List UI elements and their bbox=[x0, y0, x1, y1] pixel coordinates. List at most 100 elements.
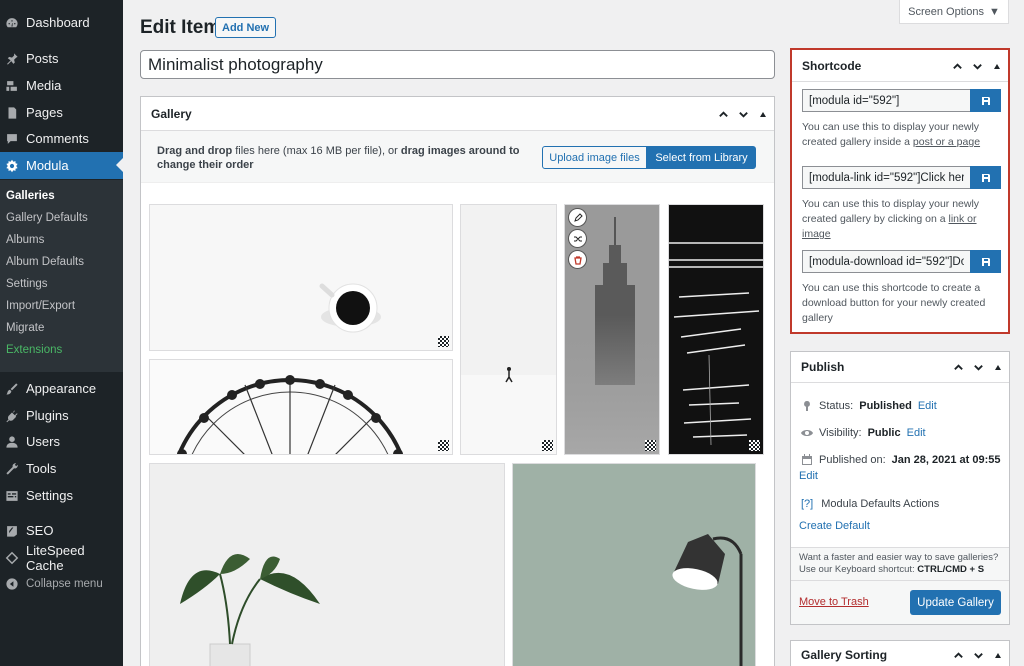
gallery-image-lamp[interactable] bbox=[512, 463, 756, 666]
create-default-link[interactable]: Create Default bbox=[799, 520, 870, 532]
add-new-button[interactable]: Add New bbox=[215, 17, 277, 38]
toggle-panel-icon[interactable] bbox=[991, 648, 1005, 662]
save-disk-icon bbox=[981, 257, 990, 266]
admin-sidebar: Dashboard Posts Media Pages Comments Mod… bbox=[0, 0, 123, 666]
sidebar-item-modula[interactable]: Modula bbox=[0, 152, 123, 179]
copy-shortcode-button[interactable] bbox=[970, 89, 1001, 112]
toggle-panel-icon[interactable] bbox=[991, 361, 1005, 375]
submenu-item-migrate[interactable]: Migrate bbox=[6, 322, 44, 334]
shortcode-download-input[interactable] bbox=[802, 250, 970, 273]
move-to-trash-link[interactable]: Move to Trash bbox=[799, 596, 869, 608]
gallery-image-ferris-wheel[interactable] bbox=[149, 359, 453, 455]
edit-date-link[interactable]: Edit bbox=[799, 470, 818, 482]
shortcode-input[interactable] bbox=[802, 89, 970, 112]
post-title-input[interactable] bbox=[140, 50, 775, 79]
sidebar-item-appearance[interactable]: Appearance bbox=[0, 375, 123, 402]
sidebar-item-label: Tools bbox=[26, 461, 57, 476]
sidebar-item-label: Users bbox=[26, 434, 60, 449]
gallery-image-light-streaks[interactable] bbox=[668, 204, 764, 455]
select-from-library-button[interactable]: Select from Library bbox=[647, 146, 756, 169]
sidebar-item-plugins[interactable]: Plugins bbox=[0, 402, 123, 429]
move-down-icon[interactable] bbox=[736, 107, 750, 121]
sidebar-item-label: Modula bbox=[26, 158, 69, 173]
sidebar-item-label: Media bbox=[26, 78, 62, 93]
post-or-page-link[interactable]: post or a page bbox=[913, 136, 980, 148]
collapse-icon bbox=[5, 577, 19, 591]
keyboard-shortcut-hint: Want a faster and easier way to save gal… bbox=[791, 547, 1009, 580]
modula-submenu: Galleries Gallery Defaults Albums Album … bbox=[0, 180, 123, 372]
comments-icon bbox=[5, 132, 19, 146]
wrench-icon bbox=[5, 462, 19, 476]
gallery-image-walking-person[interactable] bbox=[460, 204, 557, 455]
sidebar-item-posts[interactable]: Posts bbox=[0, 45, 123, 72]
ferris-wheel-image bbox=[177, 375, 403, 454]
sidebar-item-seo[interactable]: SEO bbox=[0, 517, 123, 544]
gallery-image-skyscraper[interactable] bbox=[564, 204, 660, 455]
resize-handle[interactable] bbox=[749, 440, 760, 451]
submenu-item-settings[interactable]: Settings bbox=[6, 278, 48, 290]
toggle-panel-icon[interactable] bbox=[990, 59, 1004, 73]
sidebar-item-label: Dashboard bbox=[26, 15, 90, 30]
sidebar-item-litespeed-cache[interactable]: LiteSpeed Cache bbox=[0, 543, 123, 573]
gallery-image-coffee-cup[interactable] bbox=[149, 204, 453, 351]
move-up-icon[interactable] bbox=[950, 59, 964, 73]
shortcode-row bbox=[802, 89, 1002, 112]
sidebar-item-settings[interactable]: Settings bbox=[0, 482, 123, 509]
submenu-item-albums[interactable]: Albums bbox=[6, 234, 44, 246]
shortcode-link-input[interactable] bbox=[802, 166, 970, 189]
submenu-item-gallery-defaults[interactable]: Gallery Defaults bbox=[6, 212, 88, 224]
sidebar-item-label: Collapse menu bbox=[26, 577, 103, 590]
screen-options-button[interactable]: Screen Options ▼ bbox=[899, 0, 1009, 24]
dropzone-instructions: Drag and drop files here (max 16 MB per … bbox=[157, 145, 520, 171]
media-icon bbox=[5, 79, 19, 93]
gallery-sorting-header: Gallery Sorting bbox=[791, 641, 1009, 666]
sidebar-item-label: Comments bbox=[26, 131, 89, 146]
move-down-icon[interactable] bbox=[971, 648, 985, 662]
move-up-icon[interactable] bbox=[951, 361, 965, 375]
publish-actions: Move to Trash Update Gallery bbox=[791, 580, 1009, 624]
sidebar-item-label: SEO bbox=[26, 523, 54, 538]
move-down-icon[interactable] bbox=[971, 361, 985, 375]
move-up-icon[interactable] bbox=[951, 648, 965, 662]
help-link[interactable]: [?] bbox=[801, 498, 813, 510]
copy-shortcode-button[interactable] bbox=[970, 250, 1001, 273]
copy-shortcode-button[interactable] bbox=[970, 166, 1001, 189]
delete-trash-icon[interactable] bbox=[569, 251, 586, 268]
sidebar-item-users[interactable]: Users bbox=[0, 428, 123, 455]
sidebar-item-tools[interactable]: Tools bbox=[0, 455, 123, 482]
move-up-icon[interactable] bbox=[716, 107, 730, 121]
edit-visibility-link[interactable]: Edit bbox=[907, 427, 926, 439]
gallery-image-plant[interactable] bbox=[149, 463, 505, 666]
edit-status-link[interactable]: Edit bbox=[918, 400, 937, 412]
shortcode-row bbox=[802, 250, 1002, 273]
submenu-item-extensions[interactable]: Extensions bbox=[6, 344, 62, 356]
gallery-metabox: Gallery Drag and drop files here (max 16… bbox=[140, 96, 775, 666]
modula-gear-icon bbox=[5, 159, 19, 173]
submenu-item-album-defaults[interactable]: Album Defaults bbox=[6, 256, 84, 268]
resize-handle[interactable] bbox=[542, 440, 553, 451]
submenu-item-galleries[interactable]: Galleries bbox=[6, 190, 55, 202]
settings-icon bbox=[5, 489, 19, 503]
toggle-panel-icon[interactable] bbox=[756, 107, 770, 121]
sidebar-item-dashboard[interactable]: Dashboard bbox=[0, 9, 123, 36]
resize-handle[interactable] bbox=[438, 336, 449, 347]
modula-defaults-actions: [?] Modula Defaults Actions bbox=[801, 498, 940, 510]
shortcode-metabox: Shortcode You can use this to display yo… bbox=[790, 48, 1010, 334]
sidebar-item-media[interactable]: Media bbox=[0, 72, 123, 99]
shortcode-description: You can use this to display your newly c… bbox=[802, 121, 981, 148]
publish-metabox: Publish Status: Published Edit Visibilit… bbox=[790, 351, 1010, 625]
upload-dropzone[interactable]: Drag and drop files here (max 16 MB per … bbox=[141, 131, 774, 183]
edit-pencil-icon[interactable] bbox=[569, 209, 586, 226]
shuffle-icon[interactable] bbox=[569, 230, 586, 247]
upload-image-files-button[interactable]: Upload image files bbox=[542, 146, 647, 169]
sidebar-item-comments[interactable]: Comments bbox=[0, 125, 123, 152]
light-streaks-image bbox=[669, 242, 763, 446]
update-gallery-button[interactable]: Update Gallery bbox=[910, 590, 1001, 615]
collapse-menu-button[interactable]: Collapse menu bbox=[0, 570, 123, 597]
move-down-icon[interactable] bbox=[970, 59, 984, 73]
sidebar-item-pages[interactable]: Pages bbox=[0, 99, 123, 126]
resize-handle[interactable] bbox=[438, 440, 449, 451]
resize-handle[interactable] bbox=[645, 440, 656, 451]
submenu-item-import-export[interactable]: Import/Export bbox=[6, 300, 75, 312]
sidebar-item-label: Settings bbox=[26, 488, 73, 503]
